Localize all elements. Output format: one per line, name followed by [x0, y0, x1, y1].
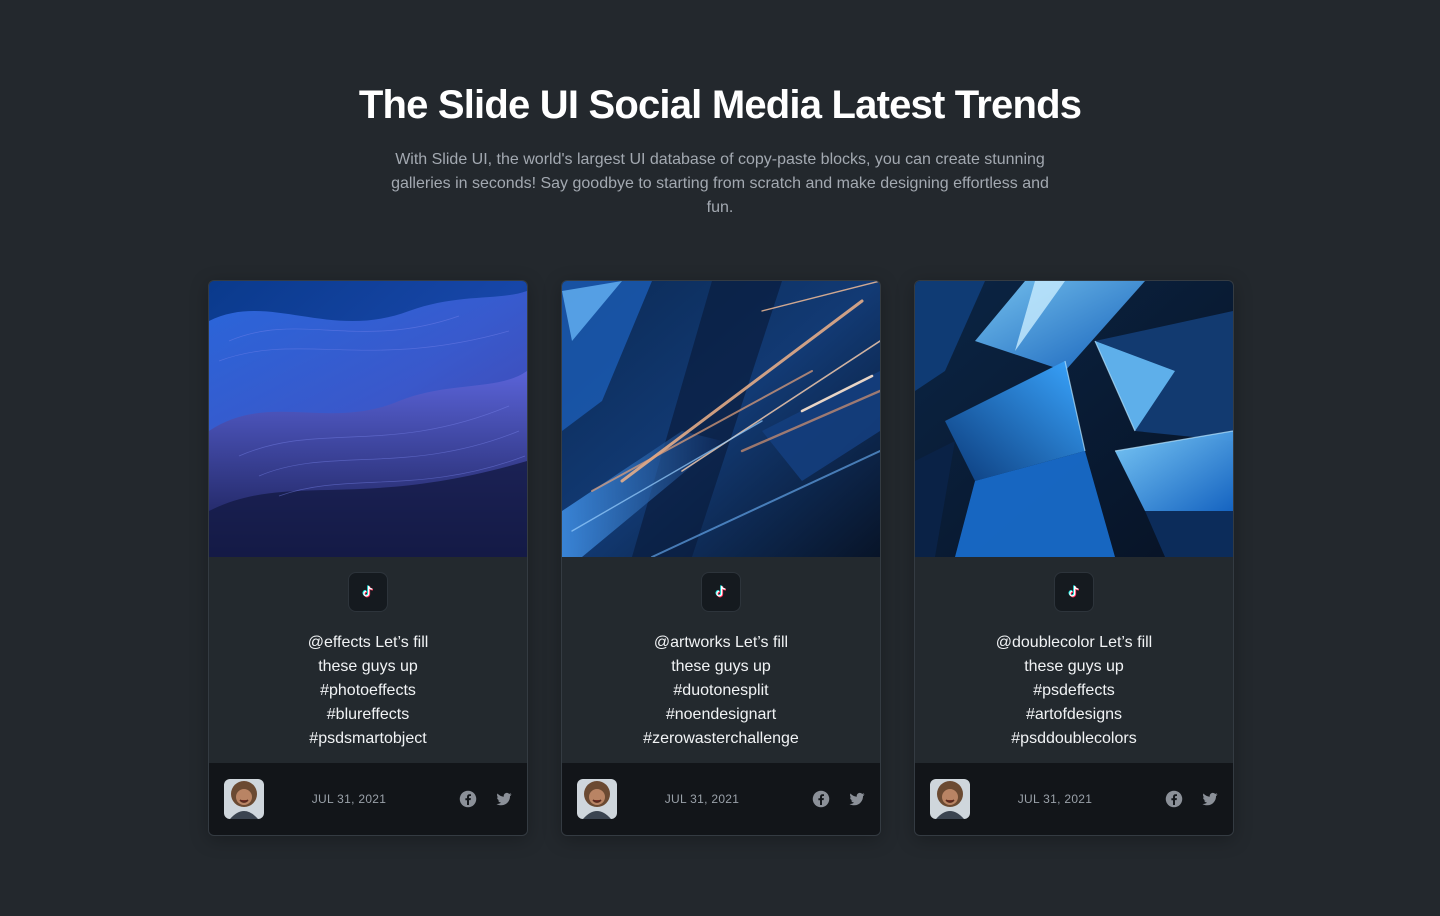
facebook-icon[interactable] [811, 790, 830, 809]
caption-line: @effects Let’s fill [307, 634, 429, 651]
caption-line: these guys up [318, 658, 418, 675]
avatar[interactable] [930, 779, 970, 819]
caption-line: these guys up [1024, 658, 1124, 675]
caption-line: #zerowasterchallenge [643, 730, 799, 747]
caption-line: #psdeffects [1033, 682, 1115, 699]
cards-grid: @effects Let’s fill these guys up #photo… [208, 280, 1234, 836]
card-footer: JUL 31, 2021 [209, 763, 527, 835]
page: The Slide UI Social Media Latest Trends … [0, 0, 1440, 916]
card-body: @doublecolor Let’s fill these guys up #p… [915, 557, 1233, 765]
post-date: JUL 31, 2021 [664, 792, 740, 806]
post-image-blue-waves[interactable] [209, 281, 527, 557]
page-title: The Slide UI Social Media Latest Trends [358, 83, 1082, 127]
card-body: @effects Let’s fill these guys up #photo… [209, 557, 527, 765]
twitter-icon[interactable] [494, 790, 513, 809]
avatar[interactable] [224, 779, 264, 819]
caption-line: #noendesignart [665, 706, 777, 723]
social-share [458, 790, 513, 809]
caption-line: #duotonesplit [673, 682, 769, 699]
caption-line: #photoeffects [320, 682, 416, 699]
card-footer: JUL 31, 2021 [915, 763, 1233, 835]
post-caption: @artworks Let’s fill these guys up #duot… [621, 631, 821, 751]
section-header: The Slide UI Social Media Latest Trends … [0, 80, 1440, 220]
social-share [811, 790, 866, 809]
twitter-icon[interactable] [1200, 790, 1219, 809]
caption-line: #blureffects [326, 706, 410, 723]
page-subtitle: With Slide UI, the world's largest UI da… [391, 151, 1049, 216]
post-image-glass-shards[interactable] [915, 281, 1233, 557]
caption-line: @artworks Let’s fill [653, 634, 789, 651]
post-caption: @doublecolor Let’s fill these guys up #p… [974, 631, 1174, 751]
post-card[interactable]: @artworks Let’s fill these guys up #duot… [561, 280, 881, 836]
post-date: JUL 31, 2021 [1017, 792, 1093, 806]
caption-line: #psdsmartobject [309, 730, 427, 747]
card-body: @artworks Let’s fill these guys up #duot… [562, 557, 880, 765]
facebook-icon[interactable] [1164, 790, 1183, 809]
tiktok-icon[interactable] [348, 572, 388, 612]
post-caption: @effects Let’s fill these guys up #photo… [268, 631, 468, 751]
post-image-light-streaks[interactable] [562, 281, 880, 557]
caption-line: @doublecolor Let’s fill [995, 634, 1153, 651]
social-share [1164, 790, 1219, 809]
post-card[interactable]: @effects Let’s fill these guys up #photo… [208, 280, 528, 836]
card-footer: JUL 31, 2021 [562, 763, 880, 835]
caption-line: these guys up [671, 658, 771, 675]
twitter-icon[interactable] [847, 790, 866, 809]
tiktok-icon[interactable] [701, 572, 741, 612]
avatar[interactable] [577, 779, 617, 819]
post-card[interactable]: @doublecolor Let’s fill these guys up #p… [914, 280, 1234, 836]
facebook-icon[interactable] [458, 790, 477, 809]
tiktok-icon[interactable] [1054, 572, 1094, 612]
caption-line: #psddoublecolors [1011, 730, 1137, 747]
post-date: JUL 31, 2021 [311, 792, 387, 806]
caption-line: #artofdesigns [1025, 706, 1123, 723]
